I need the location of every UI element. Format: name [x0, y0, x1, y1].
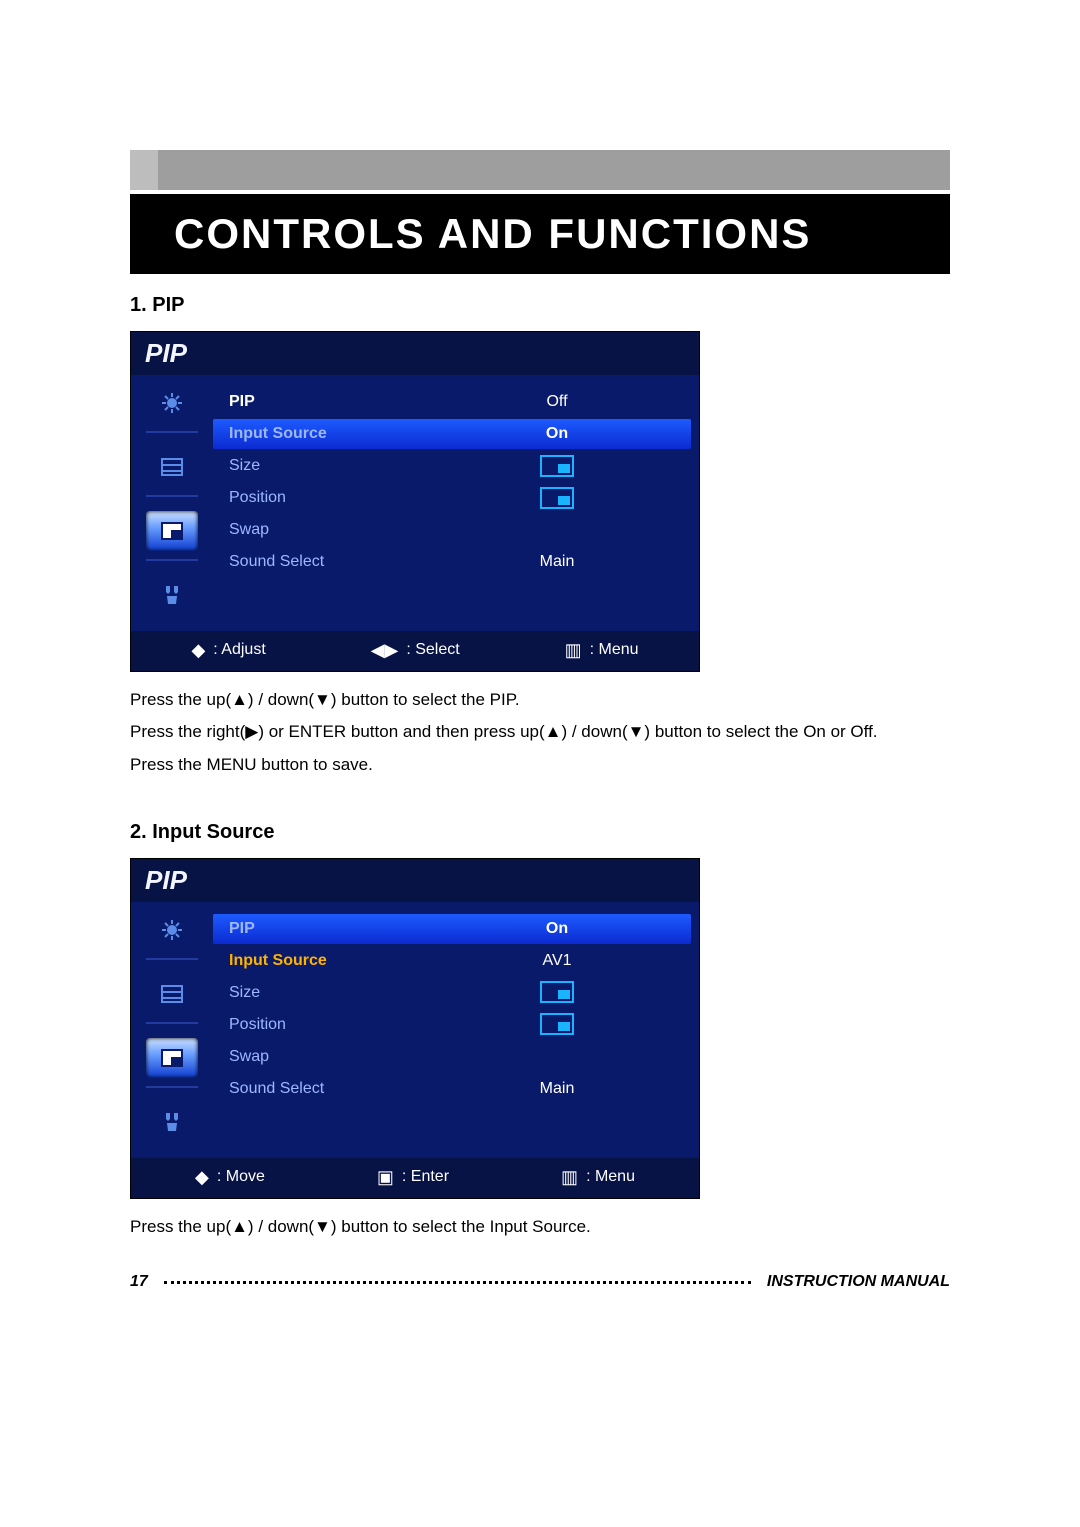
- gear-icon[interactable]: [146, 910, 198, 950]
- osd-row-input-source[interactable]: Input Source AV1: [213, 946, 691, 976]
- osd-value: [423, 455, 691, 478]
- instruction-line: Press the right(▶) or ENTER button and t…: [130, 716, 950, 748]
- instruction-text: Press the up(▲) / down(▼) button to sele…: [130, 672, 950, 781]
- page-footer: 17 INSTRUCTION MANUAL: [130, 1273, 950, 1291]
- osd-label: Position: [213, 489, 423, 507]
- osd-label: Sound Select: [213, 553, 423, 571]
- osd-label: Size: [213, 457, 423, 475]
- osd-title: PIP: [131, 332, 699, 375]
- page-title: CONTROLS AND FUNCTIONS: [130, 194, 950, 274]
- osd-value: Off: [423, 393, 691, 411]
- section-heading-1: 1. PIP: [130, 274, 950, 325]
- osd-value: On: [423, 920, 691, 938]
- osd-footer: ◆ : Adjust ◀▶ : Select ▥ : Menu: [131, 631, 699, 671]
- updown-icon: ◆: [195, 1168, 209, 1186]
- hint-menu: ▥ : Menu: [561, 1168, 635, 1186]
- layout-icon[interactable]: [146, 974, 198, 1014]
- updown-icon: ◆: [191, 641, 205, 659]
- osd-sidebar: [131, 375, 213, 631]
- osd-row-size[interactable]: Size: [213, 451, 691, 481]
- osd-screenshot-2: PIP PIP On Input Source AV1: [130, 858, 700, 1199]
- osd-value: [423, 981, 691, 1004]
- osd-value: [423, 487, 691, 510]
- instruction-line: Press the up(▲) / down(▼) button to sele…: [130, 684, 950, 716]
- hint-label: : Select: [406, 641, 459, 659]
- menu-icon: ▥: [561, 1168, 578, 1186]
- footer-dots: [164, 1281, 751, 1284]
- hint-select: ◀▶ : Select: [371, 641, 460, 659]
- osd-row-pip[interactable]: PIP On: [213, 914, 691, 944]
- osd-label: Size: [213, 984, 423, 1002]
- osd-sidebar: [131, 902, 213, 1158]
- osd-content: PIP Off Input Source On Size Position Sw…: [213, 375, 699, 631]
- menu-icon: ▥: [565, 641, 582, 659]
- hint-move: ◆ : Move: [195, 1168, 265, 1186]
- osd-screenshot-1: PIP PIP Off Input Source On: [130, 331, 700, 672]
- osd-label: PIP: [213, 393, 423, 411]
- header-tab: [130, 150, 158, 190]
- osd-value: Main: [423, 553, 691, 571]
- instruction-line: Press the MENU button to save.: [130, 749, 950, 781]
- osd-value: Main: [423, 1080, 691, 1098]
- osd-row-sound[interactable]: Sound Select Main: [213, 1074, 691, 1104]
- page-number: 17: [130, 1273, 148, 1291]
- osd-content: PIP On Input Source AV1 Size Position Sw…: [213, 902, 699, 1158]
- osd-label: Input Source: [213, 425, 423, 443]
- osd-label: Sound Select: [213, 1080, 423, 1098]
- hint-menu: ▥ : Menu: [565, 641, 639, 659]
- pip-icon[interactable]: [146, 1038, 198, 1078]
- hint-label: : Adjust: [213, 641, 265, 659]
- gear-icon[interactable]: [146, 383, 198, 423]
- layout-icon[interactable]: [146, 447, 198, 487]
- osd-label: Input Source: [213, 952, 423, 970]
- osd-label: Swap: [213, 1048, 423, 1066]
- tools-icon[interactable]: [146, 1102, 198, 1142]
- header-bar: [130, 150, 950, 190]
- enter-icon: ▣: [377, 1168, 394, 1186]
- osd-value: AV1: [423, 952, 691, 970]
- manual-page: CONTROLS AND FUNCTIONS 1. PIP PIP PIP Of…: [0, 0, 1080, 1351]
- hint-adjust: ◆ : Adjust: [191, 641, 265, 659]
- osd-value: On: [423, 425, 691, 443]
- osd-row-size[interactable]: Size: [213, 978, 691, 1008]
- osd-row-pip[interactable]: PIP Off: [213, 387, 691, 417]
- osd-value: [423, 1013, 691, 1036]
- osd-row-position[interactable]: Position: [213, 483, 691, 513]
- osd-row-swap[interactable]: Swap: [213, 1042, 691, 1072]
- hint-label: : Menu: [590, 641, 639, 659]
- hint-label: : Move: [217, 1168, 265, 1186]
- hint-label: : Menu: [586, 1168, 635, 1186]
- osd-row-swap[interactable]: Swap: [213, 515, 691, 545]
- instruction-text: Press the up(▲) / down(▼) button to sele…: [130, 1199, 950, 1243]
- section-heading-2: 2. Input Source: [130, 801, 950, 852]
- osd-row-sound[interactable]: Sound Select Main: [213, 547, 691, 577]
- footer-label: INSTRUCTION MANUAL: [767, 1273, 950, 1291]
- osd-row-input-source[interactable]: Input Source On: [213, 419, 691, 449]
- osd-footer: ◆ : Move ▣ : Enter ▥ : Menu: [131, 1158, 699, 1198]
- tools-icon[interactable]: [146, 575, 198, 615]
- leftright-icon: ◀▶: [371, 641, 399, 659]
- osd-label: Swap: [213, 521, 423, 539]
- hint-label: : Enter: [402, 1168, 449, 1186]
- osd-row-position[interactable]: Position: [213, 1010, 691, 1040]
- osd-label: Position: [213, 1016, 423, 1034]
- osd-title: PIP: [131, 859, 699, 902]
- hint-enter: ▣ : Enter: [377, 1168, 449, 1186]
- osd-label: PIP: [213, 920, 423, 938]
- instruction-line: Press the up(▲) / down(▼) button to sele…: [130, 1211, 950, 1243]
- pip-icon[interactable]: [146, 511, 198, 551]
